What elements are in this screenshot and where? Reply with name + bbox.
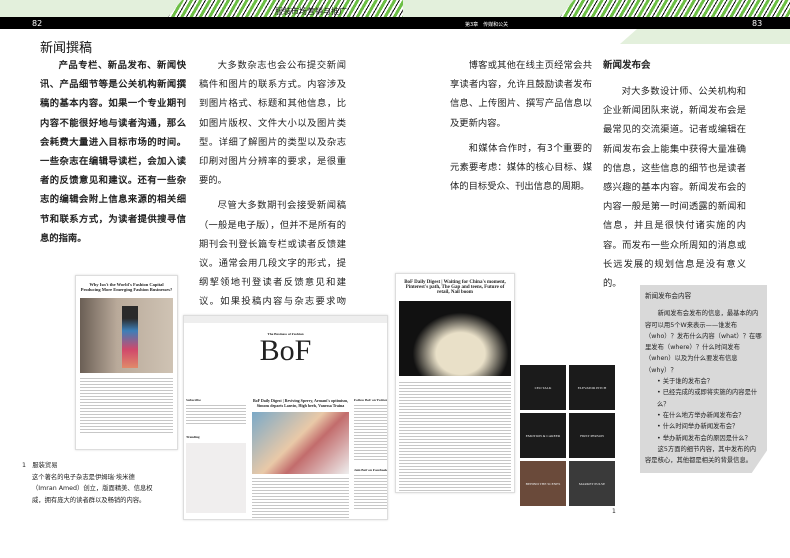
tile: CEO TALK (520, 365, 566, 410)
sidebar-outro: 这5方面的细节内容，其中发布的内容是核心，其他都是相关的背景信息。 (645, 445, 757, 465)
digest-headline: BoF Daily Digest | Reviving Sperry, Arma… (252, 398, 349, 408)
caption-text: 这个著名的电子杂志是伊姆瑞·埃米德（Imran Amed）创立，版面精美、信息权… (32, 473, 153, 504)
tile: ELEVATOR PITCH (569, 365, 615, 410)
nav-bar (184, 316, 387, 323)
sidebar-box: 新闻发布会内容 新闻发布会发布的信息，最基本的内容可以用5个W来表示——谁发布（… (640, 285, 767, 473)
section-title: 新闻撰稿 (40, 41, 93, 56)
paragraph: 产品专栏、新品发布、新闻快讯、产品细节等是公关机构新闻撰稿的基本内容。如果一个专… (40, 60, 186, 244)
sidebar-bullet: 什么时间举办新闻发布会？ (645, 421, 762, 432)
caption-title: 服装贸易 (32, 462, 58, 469)
tile: EMOTION & CAREER (520, 413, 566, 458)
chapter-title: 第3章 传媒和公关 (465, 22, 509, 28)
caption-number: 1 (22, 462, 27, 469)
gown-photo (399, 301, 511, 376)
runway-photo (80, 298, 173, 373)
page-number-left: 82 (32, 19, 43, 28)
paragraph: 博客或其他在线主页经常会共享读者内容，允许且鼓励读者发布信息、上传图片、撰写产品… (450, 60, 592, 129)
bof-logo: BoF (259, 334, 312, 367)
twitter-heading: Follow BoF on Twitter (354, 398, 388, 402)
sidebar-bullet: 已经完成的或即将实施的内容是什么？ (645, 387, 762, 410)
digest-photo (252, 412, 349, 474)
book-title: 服装市场营销与推广 (275, 7, 347, 16)
digest2-body (399, 382, 511, 492)
paragraph: 尽管大多数期刊会接受新闻稿（一般是电子版），但并不是所有的期刊会刊登长篇专栏或读… (199, 200, 346, 326)
article-headline: Why Isn't the World's Fashion Capital Pr… (80, 282, 173, 292)
header-wedge (620, 29, 790, 44)
paragraph: 大多数杂志也会公布提交新闻稿件和图片的联系方式。内容涉及到图片格式、标题和其他信… (199, 60, 346, 187)
sidebar-bullet: 在什么地方举办新闻发布会？ (645, 410, 762, 421)
sidebar-bullet: 举办新闻发布会的原因是什么？ (645, 433, 762, 444)
tile: MARKET PULSE (569, 461, 615, 506)
screenshot-digest: BoF Daily Digest | Waiting for China's m… (395, 273, 515, 493)
screenshot-article: Why Isn't the World's Fashion Capital Pr… (75, 275, 178, 450)
article-body (80, 378, 173, 433)
left-column-2: 大多数杂志也会公布提交新闻稿件和图片的联系方式。内容涉及到图片格式、标题和其他信… (199, 56, 346, 331)
paragraph: 对大多数设计师、公关机构和企业新闻团队来说，新闻发布会是最常见的交流渠道。记者或… (603, 86, 746, 290)
left-column-1: 产品专栏、新品发布、新闻快讯、产品细节等是公关机构新闻撰稿的基本内容。如果一个专… (40, 56, 186, 248)
page-number-right: 83 (752, 19, 763, 28)
sidebar-intro: 新闻发布会发布的信息，最基本的内容可以用5个W来表示——谁发布（who）？发布什… (645, 310, 762, 374)
right-column-1: 博客或其他在线主页经常会共享读者内容，允许且鼓励读者发布信息、上传图片、撰写产品… (450, 56, 592, 196)
digest2-headline: BoF Daily Digest | Waiting for China's m… (404, 280, 506, 295)
tile: BEHIND THE SCENES (520, 461, 566, 506)
right-column-2: 新闻发布会 对大多数设计师、公关机构和企业新闻团队来说，新闻发布会是最常见的交流… (603, 56, 746, 293)
tile: FIRST PERSON (569, 413, 615, 458)
facebook-heading: Join BoF on Facebook (354, 468, 388, 472)
category-tiles: CEO TALK ELEVATOR PITCH EMOTION & CAREER… (520, 365, 615, 506)
paragraph: 和媒体合作时，有3个重要的元素要考虑：媒体的核心目标、媒体的目标受众、刊出信息的… (450, 142, 592, 193)
subsection-title: 新闻发布会 (603, 60, 651, 71)
screenshot-bof-home: The Business of Fashion BoF Subscribe Tr… (183, 315, 388, 520)
subscribe-heading: Subscribe (186, 398, 201, 402)
figure-marker: 1 (612, 508, 616, 515)
figure-caption: 1 服装贸易 这个著名的电子杂志是伊姆瑞·埃米德（Imran Amed）创立，版… (22, 460, 157, 506)
header-stripes-right (560, 0, 790, 17)
sidebar-bullet: 关于谁的发布会？ (645, 376, 762, 387)
trending-heading: Trending (186, 435, 200, 439)
header-bar (0, 17, 790, 29)
sidebar-title: 新闻发布会内容 (645, 292, 692, 300)
